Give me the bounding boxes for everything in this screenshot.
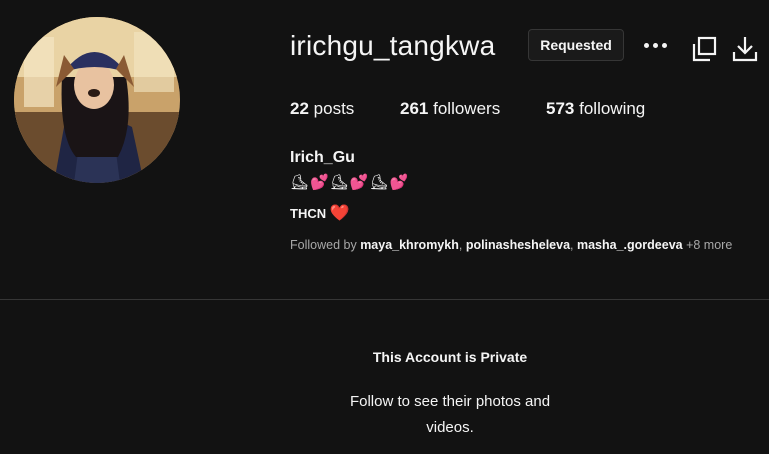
copy-icon-svg xyxy=(692,36,717,62)
followed-by-more[interactable]: +8 more xyxy=(686,238,732,252)
download-icon[interactable] xyxy=(731,35,759,63)
copy-icon[interactable] xyxy=(690,35,718,63)
followed-by-user[interactable]: masha_.gordeeva xyxy=(577,238,683,252)
private-account-description: Follow to see their photos and videos. xyxy=(349,393,551,436)
followers-stat[interactable]: 261 followers xyxy=(400,99,500,119)
following-count: 573 xyxy=(546,99,575,118)
private-account-title: This Account is Private xyxy=(372,349,528,365)
dot xyxy=(652,42,658,48)
bio-emoji-line: ⛸💕⛸💕⛸💕 xyxy=(290,174,410,191)
posts-label: posts xyxy=(313,99,355,118)
followed-by-user[interactable]: polinashesheleva xyxy=(466,238,570,252)
section-divider xyxy=(0,299,769,300)
dot xyxy=(661,42,667,48)
followed-by-prefix: Followed by xyxy=(290,238,357,252)
more-options-icon[interactable] xyxy=(641,33,669,57)
profile-page: irichgu_tangkwa Requested 22 posts 261 f… xyxy=(0,0,769,454)
requested-button[interactable]: Requested xyxy=(528,29,624,61)
profile-username: irichgu_tangkwa xyxy=(290,30,496,61)
profile-full-name: Irich_Gu xyxy=(290,149,355,166)
avatar-image xyxy=(14,17,180,183)
following-stat[interactable]: 573 following xyxy=(546,99,645,119)
followers-label: followers xyxy=(433,99,501,118)
download-icon-svg xyxy=(732,37,758,62)
dot xyxy=(643,42,649,48)
bio-text: THCN xyxy=(290,206,327,221)
following-label: following xyxy=(579,99,646,118)
followers-count: 261 xyxy=(400,99,429,118)
heart-icon: ❤️ xyxy=(329,205,350,222)
bio-text-line: THCN ❤️ xyxy=(290,203,350,223)
followed-by-user[interactable]: maya_khromykh xyxy=(360,238,459,252)
profile-avatar[interactable] xyxy=(14,17,180,183)
posts-stat: 22 posts xyxy=(290,99,354,119)
followed-by: Followed by maya_khromykh, polinasheshel… xyxy=(290,238,733,252)
posts-count: 22 xyxy=(290,99,309,118)
